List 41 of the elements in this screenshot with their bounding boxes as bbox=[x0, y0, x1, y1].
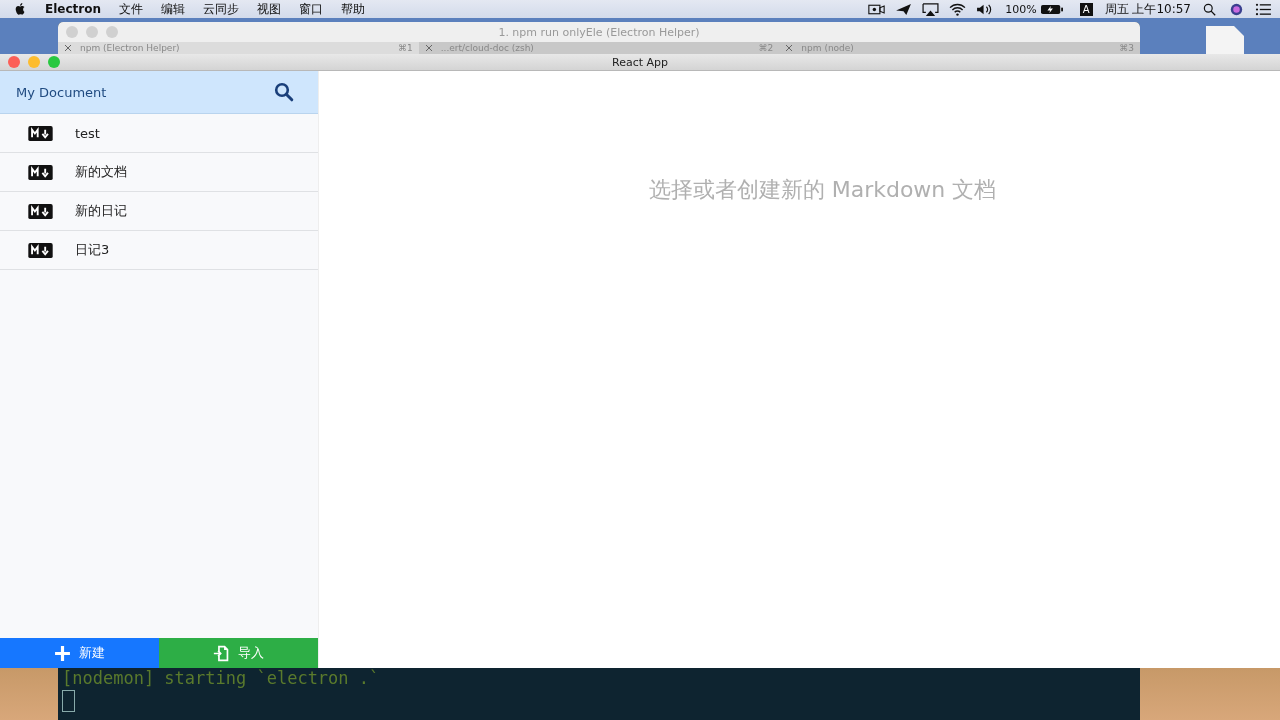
terminal-cursor bbox=[62, 690, 75, 712]
paper-plane-icon[interactable] bbox=[895, 2, 913, 16]
menu-item[interactable]: 编辑 bbox=[161, 0, 185, 18]
file-list-item[interactable]: 新的文档 bbox=[0, 153, 318, 192]
airplay-icon[interactable] bbox=[922, 2, 940, 16]
close-icon[interactable] bbox=[785, 44, 794, 52]
close-icon[interactable] bbox=[424, 44, 433, 52]
file-import-icon bbox=[213, 644, 230, 662]
window-title: 1. npm run onlyEle (Electron Helper) bbox=[498, 25, 700, 39]
clock[interactable]: 周五 上午10:57 bbox=[1104, 0, 1191, 18]
battery-icon[interactable] bbox=[1039, 3, 1064, 15]
menu-item[interactable]: 云同步 bbox=[203, 0, 239, 18]
menu-item[interactable]: 视图 bbox=[257, 0, 281, 18]
app-menu[interactable]: Electron bbox=[45, 2, 101, 16]
volume-icon[interactable] bbox=[976, 2, 994, 16]
file-list-item[interactable]: 日记3 bbox=[0, 231, 318, 270]
markdown-icon bbox=[28, 125, 53, 141]
list-icon[interactable] bbox=[1255, 2, 1272, 16]
wifi-icon[interactable] bbox=[949, 2, 967, 16]
sidebar-title: My Document bbox=[16, 84, 107, 100]
camera-icon[interactable] bbox=[868, 2, 886, 16]
menu-item[interactable]: 文件 bbox=[119, 0, 143, 18]
file-list-item[interactable]: 新的日记 bbox=[0, 192, 318, 231]
markdown-icon bbox=[28, 203, 53, 219]
plus-icon bbox=[54, 644, 71, 662]
window-title: React App bbox=[612, 55, 668, 69]
markdown-icon bbox=[28, 242, 53, 258]
battery-percentage: 100% bbox=[1005, 2, 1037, 16]
search-icon[interactable] bbox=[274, 82, 294, 102]
input-source-indicator[interactable]: A bbox=[1079, 2, 1093, 16]
close-icon[interactable] bbox=[64, 44, 72, 52]
empty-state-message: 选择或者创建新的 Markdown 文档 bbox=[648, 176, 997, 204]
new-file-button[interactable]: 新建 bbox=[0, 638, 159, 668]
search-icon[interactable] bbox=[1201, 2, 1218, 16]
menu-item[interactable]: 窗口 bbox=[299, 0, 323, 18]
terminal-output: [nodemon] starting `electron .` bbox=[62, 668, 380, 688]
siri-icon[interactable] bbox=[1228, 2, 1245, 16]
file-list-item[interactable]: test bbox=[0, 114, 318, 153]
markdown-icon bbox=[28, 164, 53, 180]
menu-item[interactable]: 帮助 bbox=[341, 0, 365, 18]
apple-icon[interactable] bbox=[14, 2, 27, 16]
